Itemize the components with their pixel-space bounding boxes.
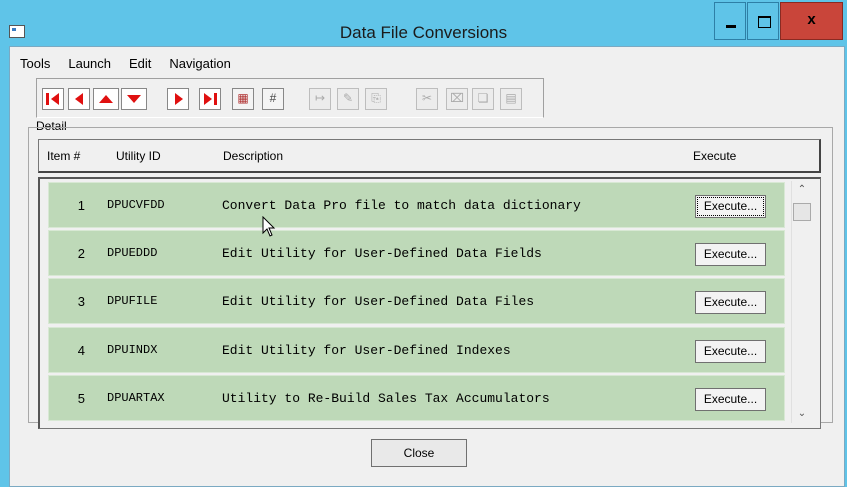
close-button[interactable]: Close bbox=[371, 439, 467, 467]
header-execute: Execute bbox=[693, 149, 737, 163]
cut-button[interactable]: ✂ bbox=[416, 88, 438, 110]
utility-id: DPUCVFDD bbox=[107, 198, 165, 212]
scroll-down-icon bbox=[127, 95, 141, 103]
header-item-number: Item # bbox=[47, 149, 81, 163]
utility-description: Convert Data Pro file to match data dict… bbox=[222, 198, 581, 213]
scroll-up-arrow-icon[interactable]: ⌃ bbox=[792, 181, 812, 199]
list-item[interactable]: 2 DPUEDDD Edit Utility for User-Defined … bbox=[48, 230, 785, 276]
edit-button[interactable]: ✎ bbox=[337, 88, 359, 110]
first-record-button[interactable] bbox=[42, 88, 64, 110]
toolbar: ▦ # ↦ ✎ ⎘ ✂ ⌧ ❏ ▤ bbox=[36, 78, 544, 118]
find-button[interactable]: ▦ bbox=[232, 88, 254, 110]
scroll-up-button[interactable] bbox=[93, 88, 119, 110]
utility-id: DPUFILE bbox=[107, 294, 158, 308]
item-number: 1 bbox=[77, 198, 85, 213]
edit-icon: ✎ bbox=[342, 91, 354, 105]
utility-list[interactable]: 1 DPUCVFDD Convert Data Pro file to matc… bbox=[38, 177, 821, 429]
first-record-arrow bbox=[51, 93, 59, 105]
list-item[interactable]: 3 DPUFILE Edit Utility for User-Defined … bbox=[48, 278, 785, 324]
execute-button[interactable]: Execute... bbox=[695, 291, 766, 314]
cut-icon: ✂ bbox=[421, 91, 433, 105]
utility-id: DPUEDDD bbox=[107, 246, 158, 260]
app-window: Data File Conversions x Tools Launch Edi… bbox=[0, 0, 847, 487]
header-description: Description bbox=[223, 149, 284, 163]
minimize-button[interactable] bbox=[714, 2, 746, 40]
delete-button[interactable]: ⌧ bbox=[446, 88, 468, 110]
maximize-icon bbox=[758, 16, 771, 28]
previous-record-icon bbox=[75, 93, 83, 105]
first-record-icon bbox=[46, 93, 49, 105]
utility-description: Utility to Re-Build Sales Tax Accumulato… bbox=[222, 391, 550, 406]
execute-button[interactable]: Execute... bbox=[695, 340, 766, 363]
utility-description: Edit Utility for User-Defined Data Field… bbox=[222, 246, 542, 261]
close-window-button[interactable]: x bbox=[780, 2, 843, 40]
list-item[interactable]: 1 DPUCVFDD Convert Data Pro file to matc… bbox=[48, 182, 785, 228]
paste-icon: ▤ bbox=[505, 91, 517, 105]
next-record-button[interactable] bbox=[167, 88, 189, 110]
menu-navigation[interactable]: Navigation bbox=[160, 55, 239, 73]
menu-launch[interactable]: Launch bbox=[59, 55, 120, 73]
item-number: 4 bbox=[77, 343, 85, 358]
attach-button[interactable]: ⎘ bbox=[365, 88, 387, 110]
execute-button[interactable]: Execute... bbox=[695, 195, 766, 218]
delete-icon: ⌧ bbox=[450, 91, 464, 105]
list-item[interactable]: 4 DPUINDX Edit Utility for User-Defined … bbox=[48, 327, 785, 373]
maximize-button[interactable] bbox=[747, 2, 779, 40]
grid-view-icon: # bbox=[269, 91, 277, 105]
scroll-down-arrow-icon[interactable]: ⌄ bbox=[792, 405, 812, 423]
item-number: 5 bbox=[77, 391, 85, 406]
menu-bar: Tools Launch Edit Navigation bbox=[10, 55, 240, 73]
item-number: 3 bbox=[77, 294, 85, 309]
last-record-bar bbox=[214, 93, 217, 105]
last-record-button[interactable] bbox=[199, 88, 221, 110]
vertical-scrollbar[interactable]: ⌃ ⌄ bbox=[791, 181, 812, 423]
mouse-cursor-icon bbox=[262, 216, 276, 237]
close-icon: x bbox=[807, 11, 816, 28]
last-record-icon bbox=[204, 93, 212, 105]
utility-description: Edit Utility for User-Defined Indexes bbox=[222, 343, 511, 358]
paste-button[interactable]: ▤ bbox=[500, 88, 522, 110]
execute-button[interactable]: Execute... bbox=[695, 388, 766, 411]
copy-button[interactable]: ❏ bbox=[472, 88, 494, 110]
menu-edit[interactable]: Edit bbox=[120, 55, 160, 73]
previous-record-button[interactable] bbox=[68, 88, 90, 110]
item-number: 2 bbox=[77, 246, 85, 261]
copy-icon: ❏ bbox=[477, 91, 489, 105]
next-record-icon bbox=[175, 93, 183, 105]
menu-tools[interactable]: Tools bbox=[10, 55, 59, 73]
grid-view-button[interactable]: # bbox=[262, 88, 284, 110]
title-bar[interactable]: Data File Conversions x bbox=[0, 0, 847, 44]
utility-id: DPUINDX bbox=[107, 343, 158, 357]
attach-icon: ⎘ bbox=[371, 91, 381, 105]
insert-button[interactable]: ↦ bbox=[309, 88, 331, 110]
execute-button[interactable]: Execute... bbox=[695, 243, 766, 266]
scrollbar-thumb[interactable] bbox=[793, 203, 811, 221]
utility-description: Edit Utility for User-Defined Data Files bbox=[222, 294, 535, 309]
scroll-down-button[interactable] bbox=[121, 88, 147, 110]
utility-id: DPUARTAX bbox=[107, 391, 165, 405]
scroll-up-icon bbox=[99, 95, 113, 103]
column-header: Item # Utility ID Description Execute bbox=[38, 139, 821, 173]
find-icon: ▦ bbox=[237, 91, 249, 105]
header-utility-id: Utility ID bbox=[116, 149, 161, 163]
insert-icon: ↦ bbox=[314, 91, 326, 105]
minimize-icon bbox=[726, 25, 736, 28]
list-item[interactable]: 5 DPUARTAX Utility to Re-Build Sales Tax… bbox=[48, 375, 785, 421]
